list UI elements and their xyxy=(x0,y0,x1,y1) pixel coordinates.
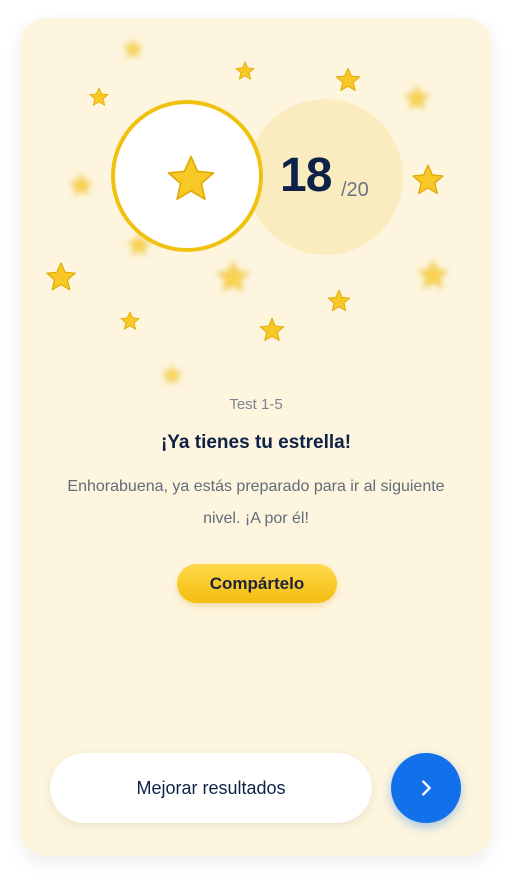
star-icon xyxy=(234,60,256,82)
test-label: Test 1-5 xyxy=(229,396,283,413)
score-value: 18 xyxy=(280,149,332,202)
star-icon xyxy=(88,86,110,108)
star-icon xyxy=(215,259,251,295)
improve-results-button[interactable]: Mejorar resultados xyxy=(50,753,372,823)
star-icon xyxy=(403,84,431,112)
description: Enhorabuena, ya estás preparado para ir … xyxy=(67,478,445,527)
star-badge xyxy=(111,100,263,252)
page-title: ¡Ya tienes tu estrella! xyxy=(160,432,352,453)
star-icon xyxy=(258,316,286,344)
chevron-right-icon xyxy=(415,777,437,799)
star-icon xyxy=(44,260,78,294)
score-total: /20 xyxy=(341,179,369,201)
star-icon xyxy=(416,258,450,292)
confetti-stars xyxy=(20,18,492,418)
share-button[interactable]: Compártelo xyxy=(177,564,337,603)
star-icon xyxy=(163,152,219,206)
star-icon xyxy=(326,288,352,314)
star-icon xyxy=(410,162,446,198)
result-card: 18 /20 Test 1-5 ¡Ya tienes tu estrella! … xyxy=(20,18,492,856)
star-icon xyxy=(68,172,94,198)
star-icon xyxy=(161,364,183,386)
star-icon xyxy=(122,38,144,60)
star-icon xyxy=(334,66,362,94)
next-button[interactable] xyxy=(391,753,461,823)
star-icon xyxy=(119,310,141,332)
